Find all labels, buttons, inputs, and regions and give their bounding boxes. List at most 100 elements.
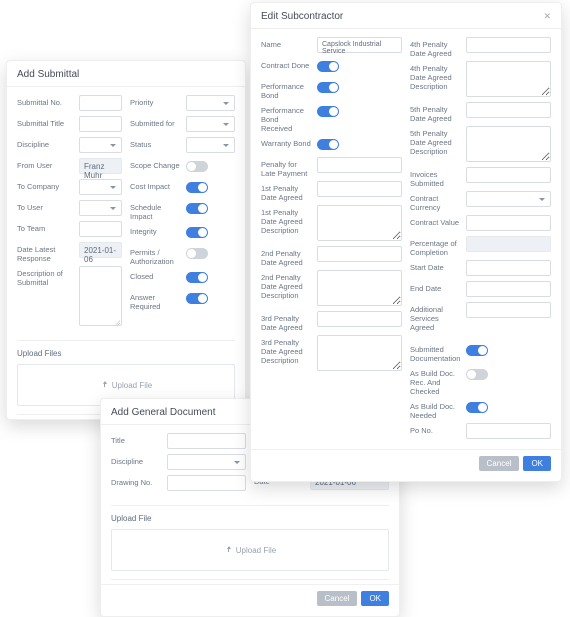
submittal-no-input[interactable]	[79, 95, 122, 111]
panel-title: Edit Subcontractor	[261, 11, 343, 22]
scope-change-toggle[interactable]	[186, 161, 208, 172]
p4-desc-textarea[interactable]	[466, 61, 551, 97]
from-user-value: Franz Muhr	[79, 158, 122, 174]
label-perf-bond-recv: Performance Bond Received	[261, 103, 311, 133]
label-submittal-no: Submittal No.	[17, 95, 73, 107]
cancel-button[interactable]: Cancel	[317, 591, 358, 606]
label-value: Contract Value	[410, 215, 460, 227]
label-title: Title	[111, 433, 161, 445]
invoices-input[interactable]	[466, 167, 551, 183]
label-permits: Permits / Authorization	[130, 245, 180, 266]
label-p1-desc: 1st Penalty Date Agreed Description	[261, 205, 311, 235]
label-currency: Contract Currency	[410, 191, 460, 212]
edit-subcontractor-panel: Edit Subcontractor ✕ NameCapslock Indust…	[250, 2, 562, 482]
upload-file-label: Upload File	[101, 510, 399, 525]
label-p3-desc: 3rd Penalty Date Agreed Description	[261, 335, 311, 365]
label-p5-date: 5th Penalty Date Agreed	[410, 102, 460, 123]
upload-file-dropzone[interactable]: Upload File	[111, 529, 389, 571]
integrity-toggle[interactable]	[186, 227, 208, 238]
pct-completion-input[interactable]	[466, 236, 551, 252]
perf-bond-toggle[interactable]	[317, 82, 339, 93]
to-company-select[interactable]	[79, 179, 122, 195]
permits-toggle[interactable]	[186, 248, 208, 259]
label-contract-done: Contract Done	[261, 58, 311, 70]
upload-file-text: Upload File	[236, 546, 276, 555]
discipline-select[interactable]	[79, 137, 122, 153]
p1-date-input[interactable]	[317, 181, 402, 197]
penalty-late-input[interactable]	[317, 157, 402, 173]
label-cost-impact: Cost Impact	[130, 179, 180, 191]
end-date-input[interactable]	[466, 281, 551, 297]
p5-date-input[interactable]	[466, 102, 551, 118]
label-submittal-title: Submittal Title	[17, 116, 73, 128]
drawing-no-input[interactable]	[167, 475, 246, 491]
close-icon[interactable]: ✕	[543, 11, 551, 22]
perf-bond-recv-toggle[interactable]	[317, 106, 339, 117]
label-addl: Additional Services Agreed	[410, 302, 460, 332]
doc-title-input[interactable]	[167, 433, 246, 449]
p5-desc-textarea[interactable]	[466, 126, 551, 162]
ok-button[interactable]: OK	[361, 591, 389, 606]
label-drawing-no: Drawing No.	[111, 475, 161, 487]
status-select[interactable]	[186, 137, 235, 153]
label-penalty-late: Penalty for Late Payment	[261, 157, 311, 178]
cost-impact-toggle[interactable]	[186, 182, 208, 193]
warranty-bond-toggle[interactable]	[317, 139, 339, 150]
upload-files-text: Upload File	[112, 381, 152, 390]
start-date-input[interactable]	[466, 260, 551, 276]
label-subdoc: Submitted Documentation	[410, 342, 460, 363]
to-team-input[interactable]	[79, 221, 122, 237]
p3-desc-textarea[interactable]	[317, 335, 402, 371]
label-to-user: To User	[17, 200, 73, 212]
p2-desc-textarea[interactable]	[317, 270, 402, 306]
p4-date-input[interactable]	[466, 37, 551, 53]
schedule-impact-toggle[interactable]	[186, 203, 208, 214]
p1-desc-textarea[interactable]	[317, 205, 402, 241]
subdoc-toggle[interactable]	[466, 345, 488, 356]
date-latest-value[interactable]: 2021-01-06	[79, 242, 122, 258]
contract-done-toggle[interactable]	[317, 61, 339, 72]
closed-toggle[interactable]	[186, 272, 208, 283]
label-closed: Closed	[130, 269, 180, 281]
panel-title: Add General Document	[111, 407, 216, 418]
answer-required-toggle[interactable]	[186, 293, 208, 304]
priority-select[interactable]	[186, 95, 235, 111]
label-to-team: To Team	[17, 221, 73, 233]
label-discipline: Discipline	[17, 137, 73, 149]
label-p4-desc: 4th Penalty Date Agreed Description	[410, 61, 460, 91]
label-start: Start Date	[410, 260, 460, 272]
submittal-title-input[interactable]	[79, 116, 122, 132]
addl-services-input[interactable]	[466, 302, 551, 318]
p2-date-input[interactable]	[317, 246, 402, 262]
ok-button[interactable]: OK	[523, 456, 551, 471]
label-status: Status	[130, 137, 180, 149]
contract-value-input[interactable]	[466, 215, 551, 231]
upload-files-label: Upload Files	[7, 345, 245, 360]
asbuilt-need-toggle[interactable]	[466, 402, 488, 413]
panel-title: Add Submittal	[17, 69, 79, 80]
p3-date-input[interactable]	[317, 311, 402, 327]
name-input[interactable]: Capslock Industrial Service	[317, 37, 402, 53]
label-date-latest: Date Latest Response	[17, 242, 73, 263]
to-user-select[interactable]	[79, 200, 122, 216]
resize-handle-icon[interactable]	[114, 320, 120, 326]
label-p5-desc: 5th Penalty Date Agreed Description	[410, 126, 460, 156]
label-scope-change: Scope Change	[130, 158, 180, 170]
label-pct: Percentage of Completion	[410, 236, 460, 257]
cancel-button[interactable]: Cancel	[479, 456, 520, 471]
po-no-input[interactable]	[466, 423, 551, 439]
label-priority: Priority	[130, 95, 180, 107]
upload-icon	[100, 381, 108, 389]
description-textarea[interactable]	[79, 266, 122, 326]
doc-discipline-select[interactable]	[167, 454, 246, 470]
label-submitted-for: Submitted for	[130, 116, 180, 128]
label-p4-date: 4th Penalty Date Agreed	[410, 37, 460, 58]
panel-header: Add Submittal	[7, 61, 245, 87]
label-to-company: To Company	[17, 179, 73, 191]
label-p2-desc: 2nd Penalty Date Agreed Description	[261, 270, 311, 300]
label-schedule-impact: Schedule Impact	[130, 200, 180, 221]
asbuilt-rec-toggle[interactable]	[466, 369, 488, 380]
label-asbuilt-rec: As Build Doc. Rec. And Checked	[410, 366, 460, 396]
currency-select[interactable]	[466, 191, 551, 207]
submitted-for-select[interactable]	[186, 116, 235, 132]
